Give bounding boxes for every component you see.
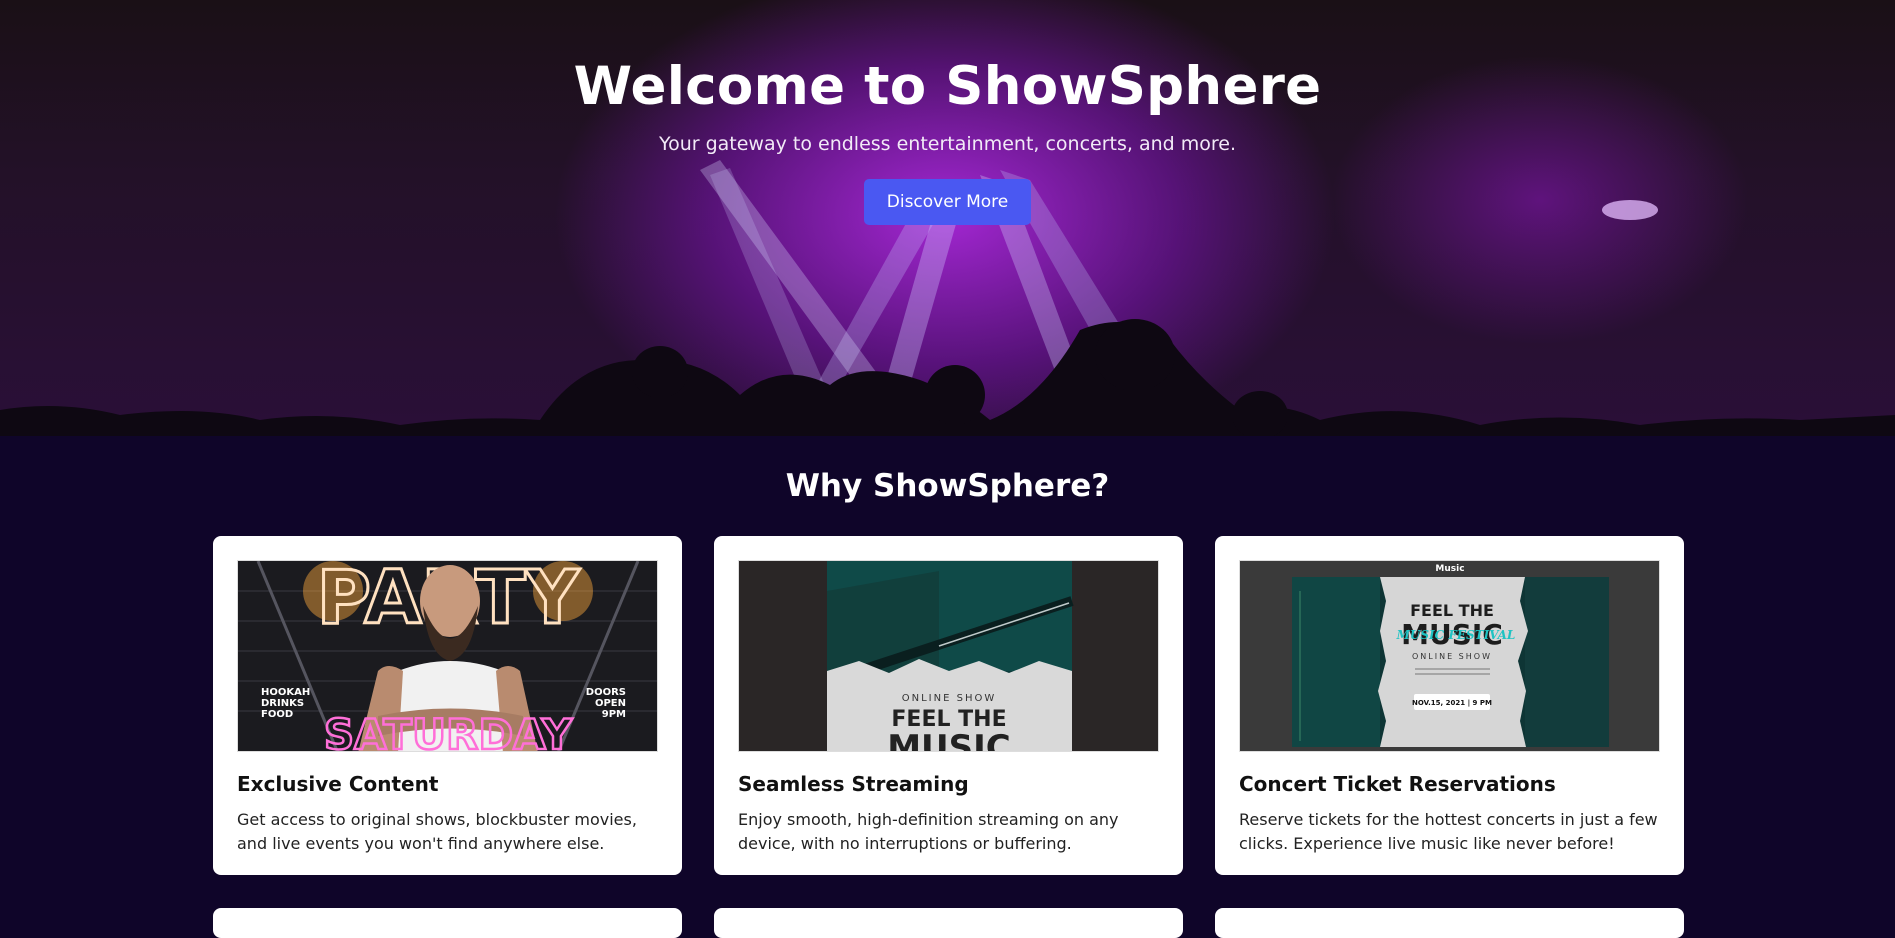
hero-title: Welcome to ShowSphere <box>573 56 1322 117</box>
card-title: Concert Ticket Reservations <box>1239 772 1556 796</box>
feel-the-music-poster-image: ONLINE SHOW FEEL THE MUSIC <box>739 561 1158 752</box>
svg-text:ONLINE SHOW: ONLINE SHOW <box>1412 652 1492 661</box>
svg-text:MUSIC: MUSIC <box>887 728 1011 752</box>
svg-text:NOV.15, 2021 | 9 PM: NOV.15, 2021 | 9 PM <box>1412 699 1492 708</box>
discover-more-button[interactable]: Discover More <box>863 179 1032 225</box>
svg-text:FOOD: FOOD <box>261 709 293 720</box>
card-description: Enjoy smooth, high-definition streaming … <box>738 810 1119 853</box>
card-title: Exclusive Content <box>237 772 439 796</box>
feature-card-exclusive-content[interactable]: PARTY HOOKAH DRINKS FOOD DOORS OPEN 9PM … <box>213 536 682 875</box>
svg-text:DRINKS: DRINKS <box>261 698 304 709</box>
section-title: Why ShowSphere? <box>785 468 1110 504</box>
card-image: PARTY HOOKAH DRINKS FOOD DOORS OPEN 9PM … <box>237 560 658 752</box>
feature-card-seamless-streaming[interactable]: ONLINE SHOW FEEL THE MUSIC Seamless Stre… <box>714 536 1183 875</box>
card-description: Get access to original shows, blockbuste… <box>237 810 637 853</box>
svg-text:DOORS: DOORS <box>586 687 626 698</box>
svg-text:9PM: 9PM <box>602 709 626 720</box>
card-image: ONLINE SHOW FEEL THE MUSIC <box>738 560 1159 752</box>
feel-the-music-landscape-poster-image: Music FEEL THE MUSIC MUSIC FESTIVAL ONLI… <box>1240 561 1659 751</box>
svg-text:ONLINE SHOW: ONLINE SHOW <box>902 693 996 704</box>
svg-text:Music: Music <box>1435 564 1464 574</box>
svg-text:MUSIC FESTIVAL: MUSIC FESTIVAL <box>1396 628 1516 642</box>
svg-text:HOOKAH: HOOKAH <box>261 687 310 698</box>
card-description: Reserve tickets for the hottest concerts… <box>1239 810 1658 853</box>
feature-card-concert-ticket-reservations[interactable]: Music FEEL THE MUSIC MUSIC FESTIVAL ONLI… <box>1215 536 1684 875</box>
features-section: Why ShowSphere? PARTY <box>0 436 1895 927</box>
party-saturday-poster-image: PARTY HOOKAH DRINKS FOOD DOORS OPEN 9PM … <box>238 561 657 752</box>
svg-text:OPEN: OPEN <box>595 698 626 709</box>
hero-banner: Welcome to ShowSphere Your gateway to en… <box>0 0 1895 436</box>
feature-card-partial[interactable] <box>213 908 682 938</box>
svg-text:SATURDAY: SATURDAY <box>324 710 573 752</box>
feature-card-partial[interactable] <box>714 908 1183 938</box>
card-title: Seamless Streaming <box>738 772 969 796</box>
feature-card-partial[interactable] <box>1215 908 1684 938</box>
card-image: Music FEEL THE MUSIC MUSIC FESTIVAL ONLI… <box>1239 560 1660 752</box>
hero-subtitle: Your gateway to endless entertainment, c… <box>658 133 1236 155</box>
